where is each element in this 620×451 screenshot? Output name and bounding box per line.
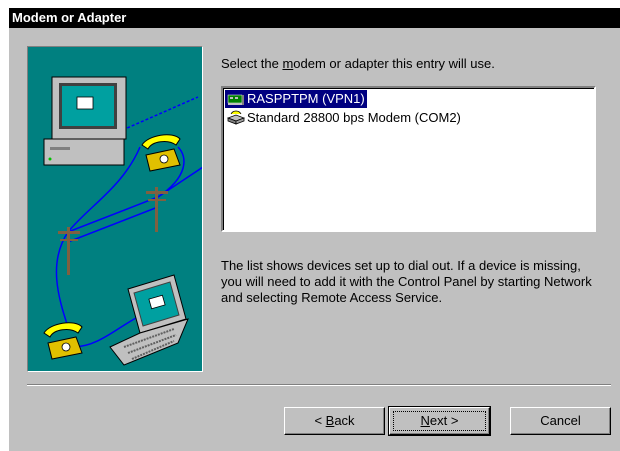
wizard-illustration	[27, 46, 203, 372]
next-button-mnemonic: N	[420, 413, 430, 428]
device-list-item[interactable]: Standard 28800 bps Modem (COM2)	[225, 109, 463, 127]
network-adapter-icon	[227, 91, 245, 107]
device-label: Standard 28800 bps Modem (COM2)	[247, 110, 461, 125]
modem-adapter-dialog: Modem or Adapter Select the modem or ada…	[9, 8, 620, 451]
instruction-text-part: odem or adapter this entry will use.	[293, 56, 495, 71]
description-text: The list shows devices set up to dial ou…	[221, 258, 592, 305]
telephone-icon	[141, 134, 181, 172]
window-title: Modem or Adapter	[9, 8, 620, 28]
telephone-icon	[43, 322, 83, 360]
laptop-icon	[109, 274, 189, 366]
modem-icon	[226, 110, 246, 126]
device-listbox[interactable]: RASPPTPM (VPN1) Standard 28800 bps Modem…	[221, 86, 596, 232]
instruction-text-part: Select the	[221, 56, 283, 71]
back-button-label: ack	[334, 413, 355, 428]
utility-pole-icon	[146, 187, 168, 232]
next-button-label: ext >	[429, 413, 459, 428]
desktop-computer-icon	[43, 76, 127, 166]
device-list-item[interactable]: RASPPTPM (VPN1)	[225, 90, 367, 108]
device-label: RASPPTPM (VPN1)	[247, 91, 365, 106]
back-button[interactable]: < Back	[284, 407, 385, 435]
next-button[interactable]: Next >	[388, 406, 491, 436]
instruction-mnemonic: m	[282, 56, 294, 71]
button-separator	[27, 384, 611, 386]
instruction-text: Select the modem or adapter this entry w…	[221, 56, 601, 72]
cancel-button[interactable]: Cancel	[510, 407, 611, 435]
back-button-prefix: <	[314, 413, 326, 428]
dialup-network-illustration	[43, 76, 202, 366]
utility-pole-icon	[58, 227, 80, 275]
